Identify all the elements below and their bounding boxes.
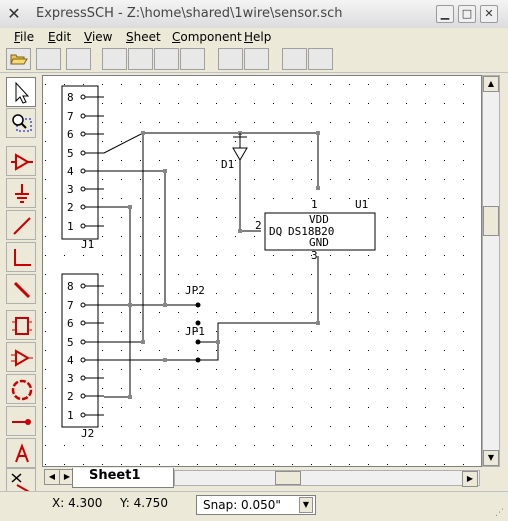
horizontal-scrollbar[interactable]	[174, 470, 480, 486]
menu-sheet[interactable]: Sheet	[126, 30, 161, 44]
menu-help[interactable]: Help	[244, 30, 271, 44]
circle-icon	[11, 379, 33, 401]
ground-icon	[15, 184, 29, 203]
resize-grip-icon[interactable]: ⋰	[495, 508, 504, 518]
gate-tool[interactable]	[6, 342, 36, 372]
menu-file[interactable]: File	[14, 30, 34, 44]
chip-tool[interactable]	[6, 310, 36, 340]
schematic-drawing: 8 7 6 5 4 2 3 1 J1 8 7 6 5 4 3 2 1 J2 D1…	[43, 76, 481, 466]
zoom-box-icon	[12, 114, 32, 132]
scroll-right-button[interactable]: ▶	[462, 471, 478, 487]
u1-gnd: GND	[309, 236, 329, 249]
wire-icon	[13, 217, 31, 235]
scroll-up-button[interactable]: ▲	[483, 76, 499, 92]
toolbar-button-5[interactable]	[128, 48, 153, 70]
wire-tool[interactable]	[6, 210, 36, 240]
line-tool[interactable]	[6, 242, 36, 272]
minimize-button[interactable]: ▁	[436, 5, 454, 23]
tab-sheet1[interactable]: Sheet1	[72, 468, 174, 488]
arrow-pointer-icon	[15, 81, 30, 104]
schematic-canvas[interactable]: 8 7 6 5 4 2 3 1 J1 8 7 6 5 4 3 2 1 J2 D1…	[42, 75, 482, 467]
u1-dq: DQ	[269, 225, 282, 238]
toolbar-button-9[interactable]	[244, 48, 269, 70]
toolbar-button-3[interactable]	[66, 48, 91, 70]
x-coordinate: X: 4.300	[52, 496, 103, 510]
junction-icon	[12, 419, 31, 425]
j2-pin-label: 6	[67, 317, 74, 330]
jp1-ref: JP1	[185, 325, 205, 338]
u1-pin1: 1	[311, 198, 318, 211]
u1-pin3: 3	[311, 249, 318, 262]
vertical-scrollbar[interactable]: ▲ ▼	[482, 75, 500, 467]
line-corner-icon	[14, 249, 31, 266]
j2-ref: J2	[81, 427, 94, 440]
folder-open-icon	[10, 54, 28, 65]
component-tool[interactable]	[6, 146, 36, 176]
j1-pin-label: 8	[67, 91, 74, 104]
u1-ref: U1	[355, 198, 368, 211]
toolbar-button-4[interactable]	[102, 48, 127, 70]
chevron-down-icon[interactable]: ▼	[299, 497, 313, 513]
jp2-ref: JP2	[185, 284, 205, 297]
u1-pin2: 2	[255, 219, 262, 232]
buffer-gate-icon	[11, 153, 33, 171]
j1-pin-label: 4	[67, 165, 74, 178]
j1-pin-label: 2	[67, 201, 74, 214]
j1-pin-label: 5	[67, 147, 74, 160]
j2-pin-label: 4	[67, 354, 74, 367]
j2-pin-label: 8	[67, 280, 74, 293]
toolbar-button-7[interactable]	[180, 48, 205, 70]
d1-ref: D1	[221, 158, 234, 171]
y-coordinate: Y: 4.750	[120, 496, 168, 510]
tool-palette	[0, 74, 40, 498]
sheet-tab-bar: ◀ ▶ Sheet1 ▶	[42, 467, 500, 489]
zoom-tool[interactable]	[6, 108, 36, 138]
j1-pin-label: 1	[67, 220, 74, 233]
gate-icon	[11, 349, 33, 367]
scroll-down-button[interactable]: ▼	[483, 450, 499, 466]
j2-pin-label: 5	[67, 336, 74, 349]
menu-view[interactable]: View	[84, 30, 112, 44]
open-button[interactable]	[6, 48, 31, 70]
toolbar	[0, 46, 508, 73]
bus-icon	[13, 281, 31, 299]
j2-pin-label: 7	[67, 299, 74, 312]
tab-scroll-left-button[interactable]: ◀	[44, 469, 60, 485]
ic-chip-icon	[12, 317, 32, 335]
ground-tool[interactable]	[6, 178, 36, 208]
toolbar-button-10[interactable]	[282, 48, 307, 70]
status-bar: X: 4.300 Y: 4.750 Snap: 0.050" ▼ ⋰	[0, 491, 508, 521]
j2-pin-label: 3	[67, 372, 74, 385]
text-a-icon	[15, 443, 29, 463]
j1-pin-label: 7	[67, 110, 74, 123]
toolbar-button-11[interactable]	[308, 48, 333, 70]
tab-label: Sheet1	[89, 468, 141, 483]
maximize-button[interactable]: □	[458, 5, 476, 23]
circle-tool[interactable]	[6, 374, 36, 404]
window-title: ExpressSCH - Z:\home\shared\1wire\sensor…	[36, 6, 343, 21]
j1-pin-label: 3	[67, 183, 74, 196]
select-tool[interactable]	[6, 77, 36, 107]
j2-pin-label: 1	[67, 409, 74, 422]
j1-pin-label: 6	[67, 128, 74, 141]
snap-select[interactable]: Snap: 0.050" ▼	[196, 495, 316, 515]
bus-tool[interactable]	[6, 274, 36, 304]
menu-bar: File Edit View Sheet Component Help	[0, 28, 508, 46]
vertical-scroll-thumb[interactable]	[483, 206, 499, 236]
grid	[43, 76, 481, 466]
menu-component[interactable]: Component	[172, 30, 242, 44]
toolbar-button-6[interactable]	[154, 48, 179, 70]
text-tool[interactable]	[6, 438, 36, 468]
junction-tool[interactable]	[6, 406, 36, 436]
toolbar-button-2[interactable]	[36, 48, 61, 70]
toolbar-button-8[interactable]	[218, 48, 243, 70]
x-logo-icon: ✕	[7, 4, 21, 23]
j2-pin-label: 2	[67, 390, 74, 403]
close-button[interactable]: ✕	[480, 5, 498, 23]
title-bar: ✕ ExpressSCH - Z:\home\shared\1wire\sens…	[0, 0, 508, 29]
snap-value: Snap: 0.050"	[203, 498, 281, 512]
horizontal-scroll-thumb[interactable]	[275, 471, 301, 485]
menu-edit[interactable]: Edit	[48, 30, 71, 44]
j1-ref: J1	[81, 238, 94, 251]
